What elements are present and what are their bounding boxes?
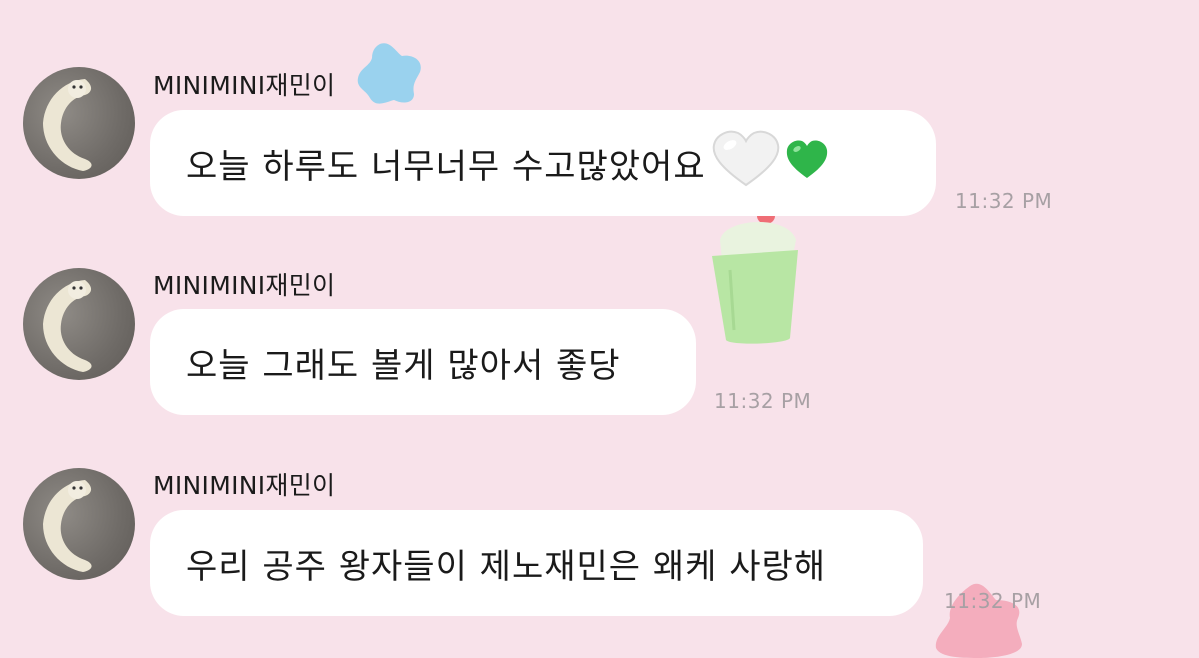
timestamp: 11:32 PM (944, 589, 1042, 613)
message-row: MINIMINI재민이 오늘 하루도 너무너무 수고많았어요 11:32 PM (0, 0, 1199, 216)
sender-name: MINIMINI재민이 (153, 471, 336, 500)
white-heart-icon (710, 129, 782, 198)
avatar[interactable] (23, 67, 135, 179)
message-bubble[interactable]: 우리 공주 왕자들이 제노재민은 왜케 사랑해 (150, 510, 923, 616)
message-row: MINIMINI재민이 오늘 그래도 볼게 많아서 좋당 11:32 PM (0, 200, 1199, 415)
message-row: MINIMINI재민이 우리 공주 왕자들이 제노재민은 왜케 사랑해 11:3… (0, 400, 1199, 616)
sender-name: MINIMINI재민이 (153, 71, 336, 100)
green-heart-icon (784, 138, 830, 189)
message-text: 오늘 그래도 볼게 많아서 좋당 (186, 345, 621, 386)
avatar[interactable] (23, 468, 135, 580)
message-text: 오늘 하루도 너무너무 수고많았어요 (186, 146, 706, 187)
avatar[interactable] (23, 268, 135, 380)
sender-name: MINIMINI재민이 (153, 271, 336, 300)
message-text: 우리 공주 왕자들이 제노재민은 왜케 사랑해 (186, 546, 827, 587)
